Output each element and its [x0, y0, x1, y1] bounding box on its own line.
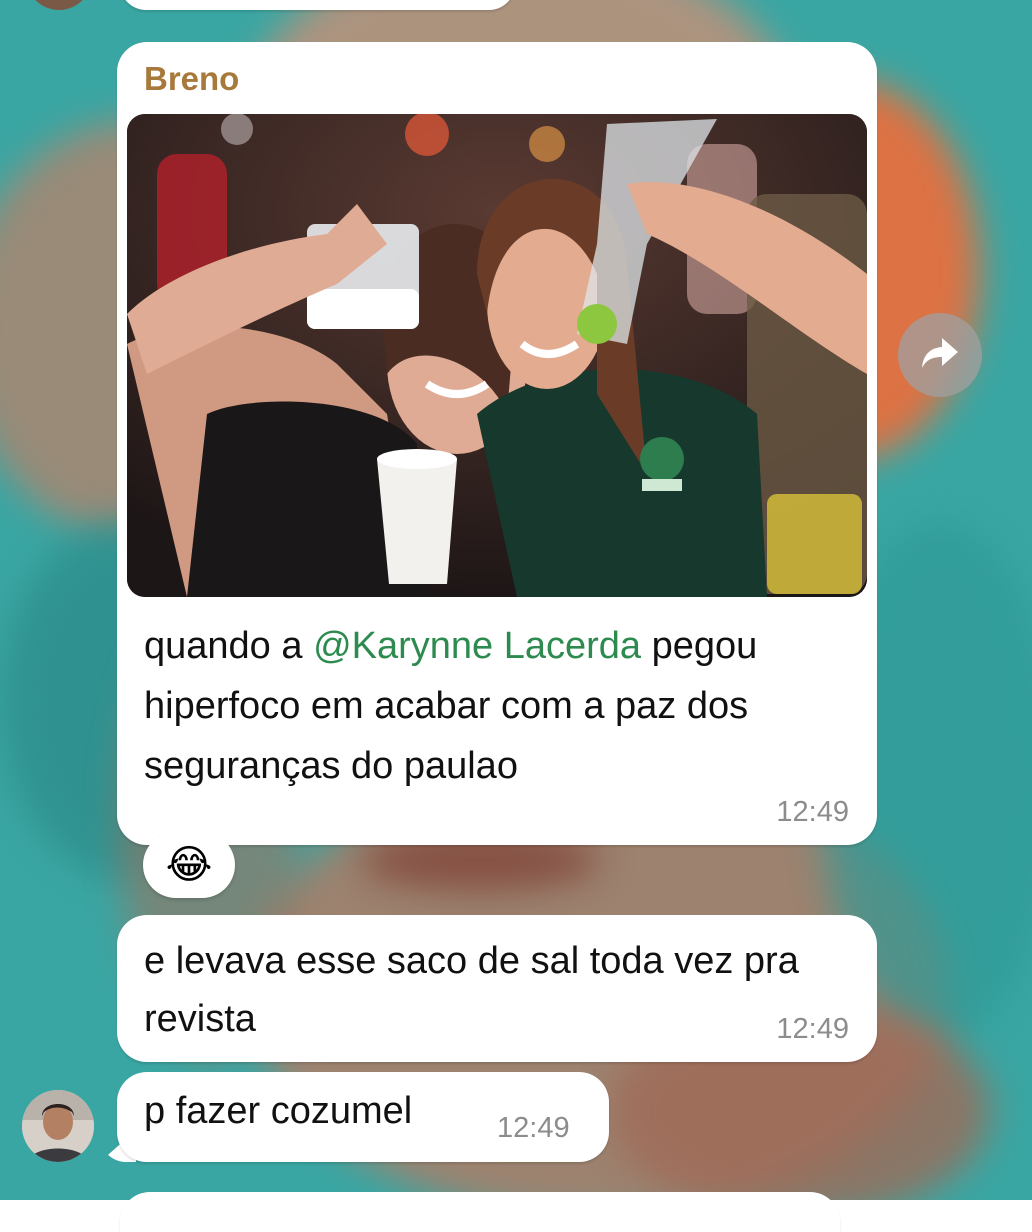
message-photo[interactable]: [127, 114, 867, 597]
forward-arrow-icon: [920, 336, 960, 375]
message-text: e levava esse saco de sal toda vez pra r…: [144, 940, 799, 1040]
caption-prefix: quando a: [144, 625, 314, 667]
message-timestamp: 12:49: [776, 1013, 849, 1045]
next-message-bubble[interactable]: [120, 1192, 840, 1232]
laughing-emoji-icon: 😂: [165, 843, 213, 887]
message-bubble-text[interactable]: e levava esse saco de sal toda vez pra r…: [117, 915, 877, 1062]
message-caption: quando a @Karynne Lacerda pegou hiperfoc…: [144, 616, 844, 796]
message-timestamp: 12:49: [776, 796, 849, 828]
message-bubble-text[interactable]: p fazer cozumel 12:49: [117, 1072, 609, 1162]
forward-button[interactable]: [898, 313, 982, 397]
previous-message-bubble[interactable]: [120, 0, 515, 10]
sender-avatar[interactable]: [22, 1090, 94, 1162]
user-mention-link[interactable]: @Karynne Lacerda: [313, 625, 641, 667]
message-text: p fazer cozumel: [144, 1090, 413, 1132]
message-timestamp: 12:49: [497, 1112, 570, 1144]
reaction-chip[interactable]: 😂: [143, 832, 235, 898]
sender-name[interactable]: Breno: [144, 60, 239, 98]
message-bubble-photo[interactable]: Breno quando a @Karynne Lacerda pegou hi…: [117, 42, 877, 845]
